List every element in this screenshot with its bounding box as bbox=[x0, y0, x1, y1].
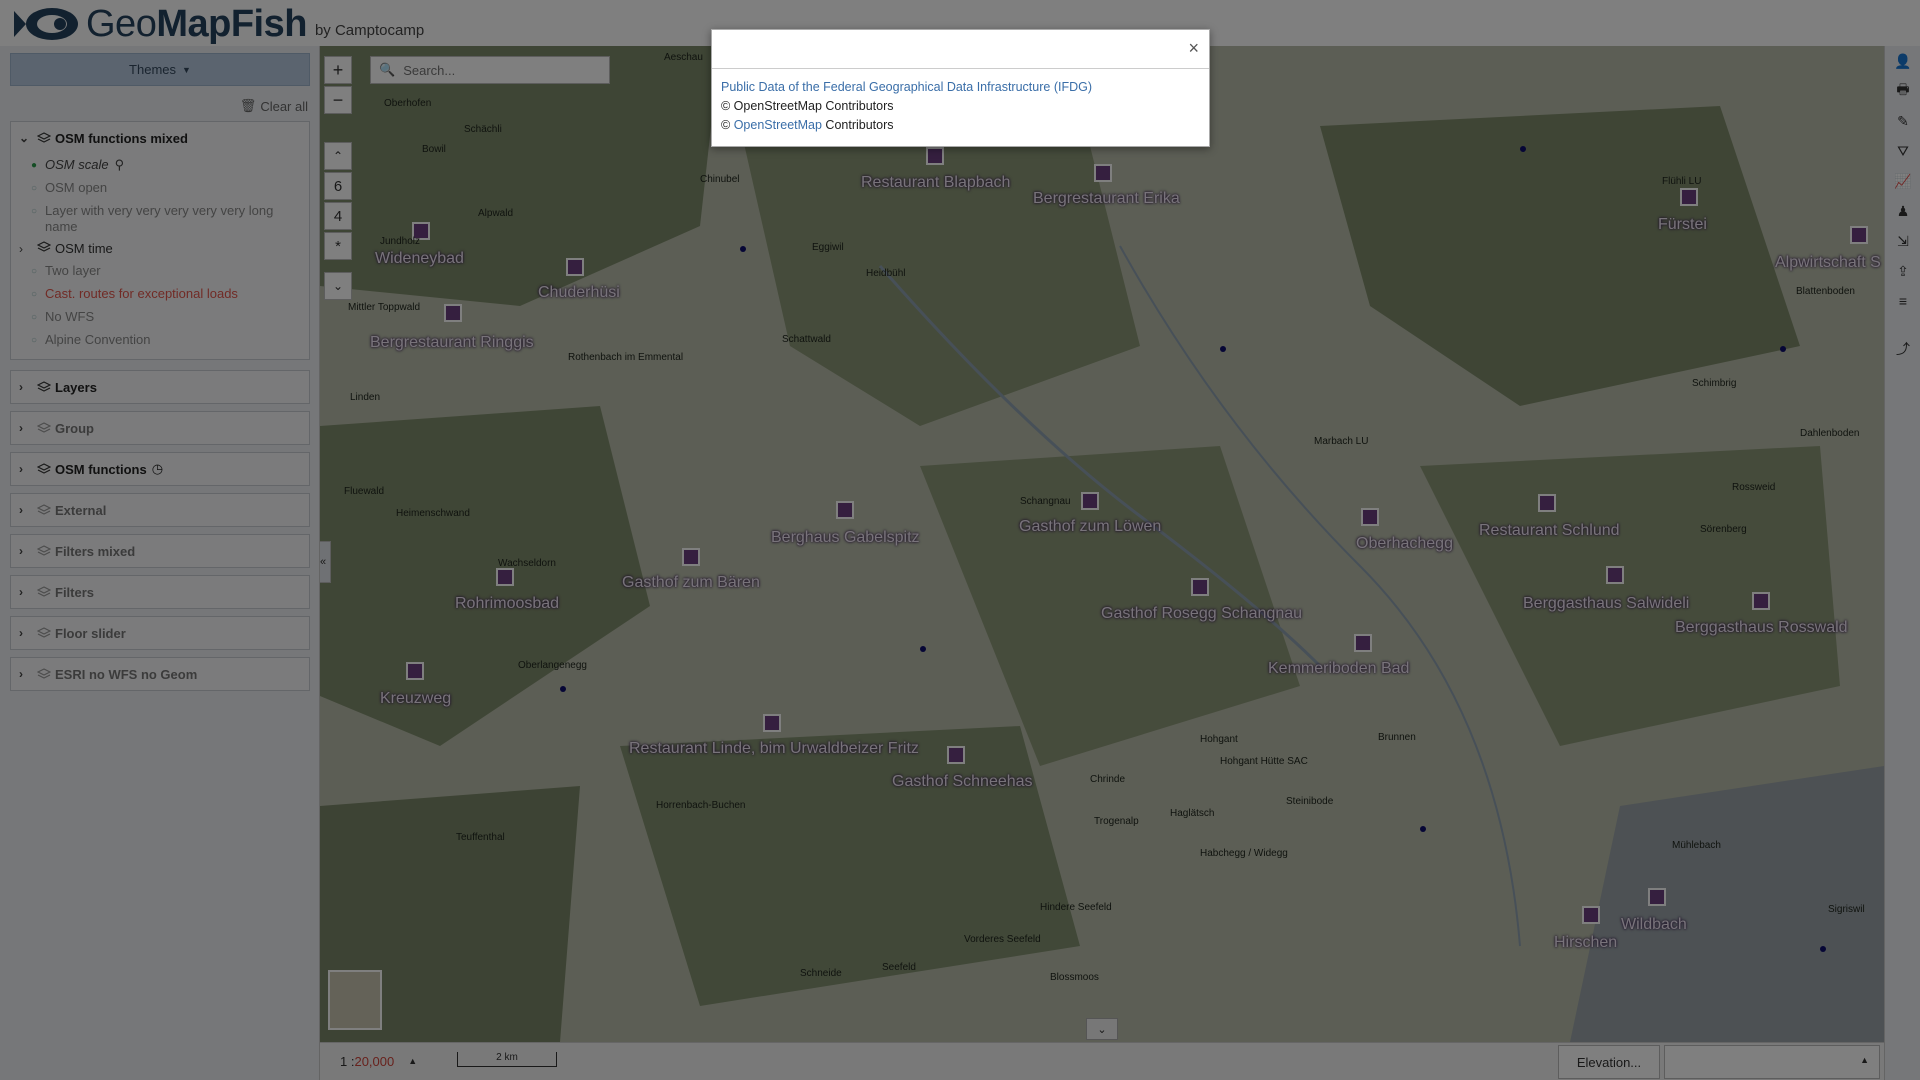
attribution-line: © OpenStreetMap Contributors bbox=[721, 99, 894, 113]
ifdg-link[interactable]: Public Data of the Federal Geographical … bbox=[721, 80, 1092, 94]
attribution-prefix: © bbox=[721, 118, 734, 132]
attribution-modal: × Public Data of the Federal Geographica… bbox=[711, 29, 1210, 147]
modal-header: × bbox=[712, 30, 1209, 69]
attribution-line-osm: © OpenStreetMap Contributors bbox=[721, 116, 1200, 135]
attribution-suffix: Contributors bbox=[821, 118, 894, 132]
modal-backdrop[interactable] bbox=[0, 0, 1920, 1080]
modal-body: Public Data of the Federal Geographical … bbox=[712, 69, 1209, 144]
osm-link[interactable]: OpenStreetMap bbox=[734, 118, 822, 132]
close-icon[interactable]: × bbox=[1188, 38, 1199, 59]
